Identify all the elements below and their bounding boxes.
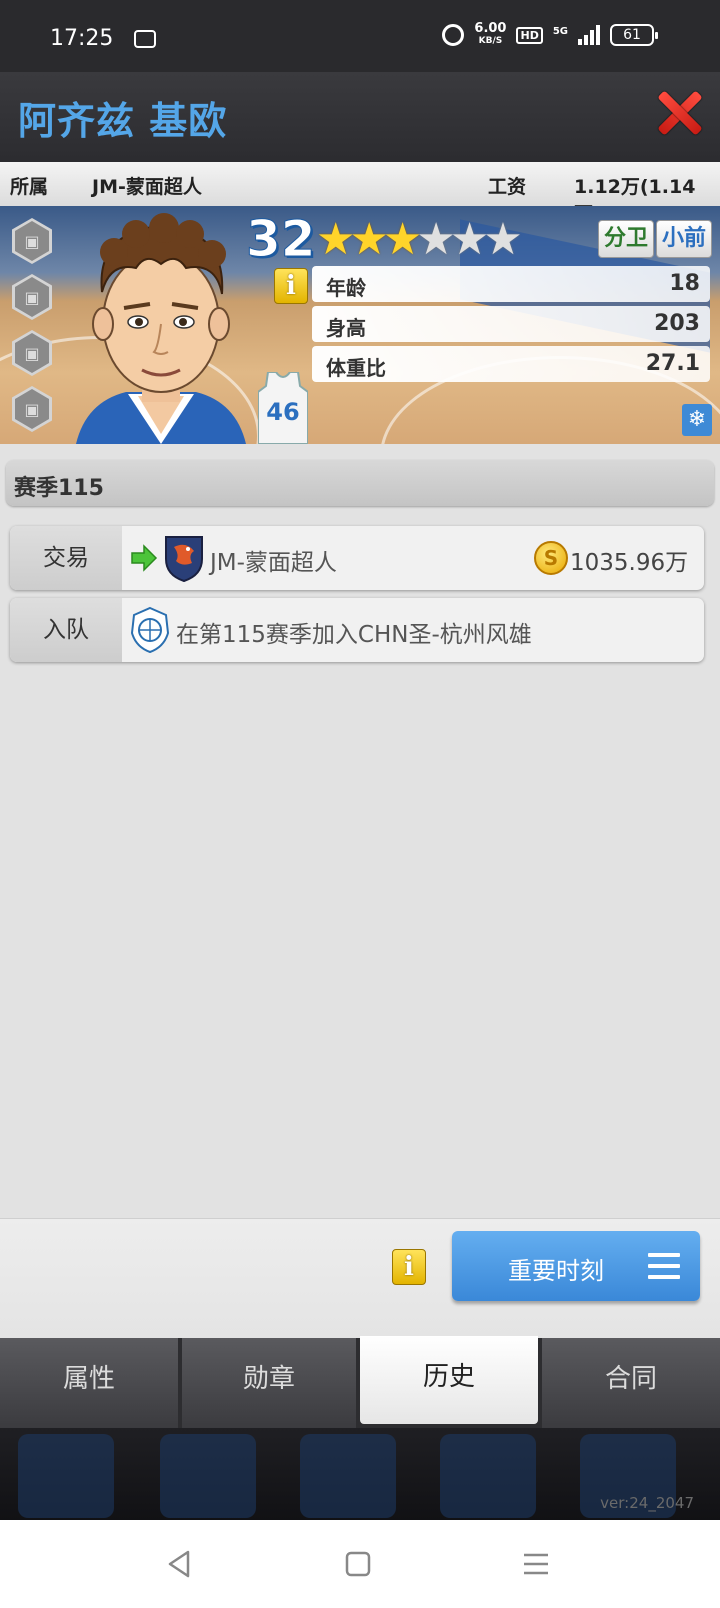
- skill-slots: ▣ ▣ ▣ ▣: [12, 218, 52, 442]
- history-team: JM-蒙面超人: [210, 550, 337, 576]
- star-rating: ★ ★ ★ ★ ★ ★: [316, 216, 523, 264]
- history-row-join[interactable]: 入队 在第115赛季加入CHN圣-杭州风雄: [10, 598, 704, 662]
- stat-label: 身高: [326, 316, 366, 340]
- tab-bar: 属性 勋章 历史 合同: [0, 1336, 720, 1428]
- player-rating: 32: [246, 210, 317, 269]
- version-label: ver:24_2047: [600, 1494, 694, 1512]
- history-amount: 1035.96万: [570, 550, 689, 576]
- status-time: 17:25: [50, 26, 114, 51]
- stat-row-height: 身高 203: [312, 306, 710, 342]
- lock-icon[interactable]: ▣: [12, 274, 52, 320]
- ghost-menu-icon: [300, 1434, 396, 1518]
- salary-label: 工资: [488, 176, 527, 198]
- tab-contract[interactable]: 合同: [542, 1338, 720, 1428]
- player-info-bar: 所属 JM-蒙面超人 工资 1.12万(1.14万): [0, 162, 720, 225]
- jersey-icon: [258, 372, 308, 444]
- position-badge-primary[interactable]: 分卫: [598, 220, 655, 258]
- team-crest-icon: [130, 606, 170, 654]
- history-type: 入队: [10, 598, 122, 662]
- stat-value: 18: [669, 271, 700, 296]
- status-bar: 17:25 6.00 KB/S HD 5G 61: [0, 0, 720, 72]
- player-portrait: [76, 213, 246, 444]
- recents-icon[interactable]: [518, 1546, 554, 1582]
- alarm-icon: [442, 24, 465, 46]
- team-value[interactable]: JM-蒙面超人: [92, 172, 202, 199]
- season-title: 赛季115: [14, 476, 104, 501]
- tab-history[interactable]: 历史: [360, 1336, 538, 1424]
- info-icon[interactable]: i: [274, 268, 308, 304]
- action-area: i 重要时刻: [0, 1218, 720, 1338]
- network-speed: 6.00 KB/S: [474, 21, 507, 46]
- history-panel: 赛季115 交易 JM-蒙面超人 S 1035.96万 入队 在第115赛季加入…: [0, 444, 720, 1218]
- lock-icon[interactable]: ▣: [12, 218, 52, 264]
- ghost-menu-icon: [440, 1434, 536, 1518]
- system-nav-bar: [0, 1520, 720, 1608]
- season-header: 赛季115: [6, 460, 714, 506]
- history-description: 在第115赛季加入CHN圣-杭州风雄: [176, 622, 532, 648]
- tv-app-icon: [134, 30, 156, 48]
- hd-icon: HD: [516, 26, 543, 44]
- tab-attributes[interactable]: 属性: [0, 1338, 178, 1428]
- star-empty-icon: ★: [483, 214, 523, 265]
- stat-row-weight-ratio: 体重比 27.1: [312, 346, 710, 382]
- arrow-right-icon: [131, 544, 158, 572]
- ghost-menu-icon: [18, 1434, 114, 1518]
- info-icon[interactable]: i: [392, 1249, 426, 1285]
- stat-label: 年龄: [326, 276, 366, 300]
- history-type: 交易: [10, 526, 122, 590]
- history-row-trade[interactable]: 交易 JM-蒙面超人 S 1035.96万: [10, 526, 704, 590]
- stat-row-age: 年龄 18: [312, 266, 710, 302]
- lock-icon[interactable]: ▣: [12, 330, 52, 376]
- coin-icon: S: [534, 541, 568, 575]
- lock-icon[interactable]: ▣: [12, 386, 52, 432]
- player-card: ▣ ▣ ▣ ▣ 46 32 ★★★★★★ 分卫 小前 i 年龄 18: [0, 206, 720, 444]
- lower-menu-strip: ver:24_2047: [0, 1428, 720, 1520]
- back-icon[interactable]: [162, 1546, 198, 1582]
- key-moments-label: 重要时刻: [508, 1257, 604, 1285]
- position-badge-secondary[interactable]: 小前: [656, 220, 713, 258]
- home-icon[interactable]: [340, 1546, 376, 1582]
- stat-value: 203: [654, 311, 700, 336]
- player-name: 阿齐兹 基欧: [18, 99, 228, 143]
- stat-label: 体重比: [326, 356, 386, 380]
- status-icons: 6.00 KB/S HD 5G 61: [442, 21, 658, 48]
- stat-value: 27.1: [645, 351, 700, 376]
- snowflake-icon[interactable]: ❄: [682, 404, 712, 436]
- tab-medals[interactable]: 勋章: [182, 1338, 356, 1428]
- menu-icon: [648, 1253, 680, 1279]
- close-icon[interactable]: [656, 90, 702, 136]
- team-label: 所属: [10, 176, 49, 198]
- ghost-menu-icon: [160, 1434, 256, 1518]
- network-type: 5G: [552, 26, 568, 37]
- signal-icon: [578, 25, 600, 45]
- team-shield-icon: [165, 536, 203, 583]
- battery-icon: 61: [610, 24, 658, 46]
- player-header: 阿齐兹 基欧: [0, 72, 720, 160]
- key-moments-button[interactable]: 重要时刻: [452, 1231, 700, 1301]
